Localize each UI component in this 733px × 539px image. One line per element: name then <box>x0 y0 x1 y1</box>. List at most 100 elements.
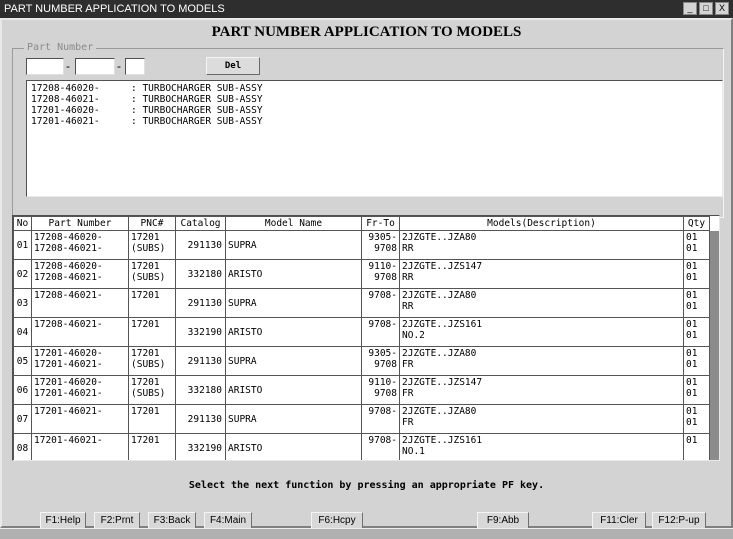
pnc-cell-line: 17201 <box>131 319 160 330</box>
part-number-cell: 17208-46021- <box>31 317 129 347</box>
part-number-list[interactable]: 17208-46020-: TURBOCHARGER SUB-ASSY 17208… <box>26 80 723 197</box>
table-row[interactable]: 07 17201-46021- 17201 291130 SUPRA 9708- 2JZGT… <box>13 404 710 434</box>
row-number: 07 <box>13 404 32 434</box>
pnc-cell: 17201 (SUBS) <box>128 346 176 376</box>
window-title: PART NUMBER APPLICATION TO MODELS <box>4 3 225 15</box>
row-number: 02 <box>13 259 32 289</box>
f3-back-button[interactable]: F3:Back <box>148 512 196 529</box>
column-header-part-number: Part Number <box>31 216 129 231</box>
column-header-pnc: PNC# <box>128 216 176 231</box>
f12-pickup-button[interactable]: F12:P-up <box>652 512 706 529</box>
model-name-cell: SUPRA <box>225 230 362 260</box>
model-name-cell: ARISTO <box>225 433 362 460</box>
part-number-cell-line: 17208-46021- <box>34 319 103 330</box>
qty-cell: 01 01 <box>683 317 710 347</box>
table-row[interactable]: 01 17208-46020- 17208-46021- 17201 (SUBS) 291… <box>13 230 710 260</box>
pnc-cell-line: (SUBS) <box>131 359 166 370</box>
column-header-model-name: Model Name <box>225 216 362 231</box>
pnc-cell-line: (SUBS) <box>131 388 166 399</box>
row-number: 08 <box>13 433 32 460</box>
pnc-cell: 17201 <box>128 433 176 460</box>
f4-main-button[interactable]: F4:Main <box>204 512 252 529</box>
qty-cell-line: 01 <box>686 290 698 301</box>
part-number-cell-line: 17201-46021- <box>34 435 103 446</box>
qty-cell: 01 01 <box>683 259 710 289</box>
minimize-button[interactable]: _ <box>683 2 697 15</box>
row-number: 03 <box>13 288 32 318</box>
part-number-cell-line: 17201-46021- <box>34 406 103 417</box>
qty-cell-line: 01 <box>686 348 698 359</box>
model-description-cell: 2JZGTE..JZS147 RR <box>399 259 684 289</box>
row-number: 06 <box>13 375 32 405</box>
fr-to-cell: 9708- <box>361 317 400 347</box>
part-list-description: : TURBOCHARGER SUB-ASSY <box>131 105 263 116</box>
qty-cell-line: 01 <box>686 359 698 370</box>
qty-cell-line: 01 <box>686 417 698 428</box>
delete-button[interactable]: Del <box>206 57 260 75</box>
fr-to-cell: 9708- <box>361 404 400 434</box>
table-row[interactable]: 06 17201-46020- 17201-46021- 17201 (SUBS) 332… <box>13 375 710 405</box>
part-number-field-2[interactable] <box>75 58 115 75</box>
part-list-description: : TURBOCHARGER SUB-ASSY <box>131 116 263 127</box>
part-list-item[interactable]: 17208-46021-: TURBOCHARGER SUB-ASSY <box>31 94 718 105</box>
part-number-cell: 17208-46020- 17208-46021- <box>31 230 129 260</box>
title-bar: PART NUMBER APPLICATION TO MODELS _ □ X <box>0 0 733 18</box>
table-row[interactable]: 05 17201-46020- 17201-46021- 17201 (SUBS) 291… <box>13 346 710 376</box>
model-description-cell: 2JZGTE..JZA80 FR <box>399 346 684 376</box>
part-list-item[interactable]: 17201-46020-: TURBOCHARGER SUB-ASSY <box>31 105 718 116</box>
model-description-cell-line: 2JZGTE..JZA80 <box>402 290 477 301</box>
model-description-cell-line: 2JZGTE..JZA80 <box>402 406 477 417</box>
qty-cell: 01 01 <box>683 346 710 376</box>
main-window: PART NUMBER APPLICATION TO MODELS Part N… <box>0 18 733 529</box>
catalog-cell: 291130 <box>175 346 226 376</box>
catalog-cell: 332190 <box>175 433 226 460</box>
part-number-cell-line: 17201-46021- <box>34 359 103 370</box>
fr-to-cell: 9110- 9708 <box>361 375 400 405</box>
column-header-fr-to: Fr-To <box>361 216 400 231</box>
catalog-cell: 332180 <box>175 375 226 405</box>
f11-clear-button[interactable]: F11:Cler <box>592 512 646 529</box>
model-description-cell-line: 2JZGTE..JZS161 <box>402 319 483 330</box>
model-description-cell-line: RR <box>402 243 414 254</box>
column-header-catalog: Catalog <box>175 216 226 231</box>
status-message: Select the next function by pressing an … <box>188 480 545 491</box>
catalog-cell: 332190 <box>175 317 226 347</box>
model-description-cell-line: 2JZGTE..JZS147 <box>402 377 483 388</box>
part-number-field-1[interactable] <box>26 58 64 75</box>
qty-cell-line: 01 <box>686 406 698 417</box>
close-button[interactable]: X <box>715 2 729 15</box>
qty-cell: 01 01 <box>683 375 710 405</box>
part-number-cell-line: 17201-46021- <box>34 388 103 399</box>
qty-cell-line: 01 <box>686 272 698 283</box>
maximize-button[interactable]: □ <box>699 2 713 15</box>
table-row[interactable]: 08 17201-46021- 17201 332190 ARISTO 9708- 2JZG… <box>13 433 710 460</box>
model-name-cell: SUPRA <box>225 404 362 434</box>
table-row[interactable]: 02 17208-46020- 17208-46021- 17201 (SUBS) 332… <box>13 259 710 289</box>
part-number-cell: 17201-46020- 17201-46021- <box>31 346 129 376</box>
fr-to-cell-line: 9708- <box>368 319 397 330</box>
f1-help-button[interactable]: F1:Help <box>40 512 86 529</box>
row-number: 04 <box>13 317 32 347</box>
part-number-cell: 17201-46021- <box>31 433 129 460</box>
f2-print-button[interactable]: F2:Prnt <box>94 512 140 529</box>
part-list-item[interactable]: 17201-46021-: TURBOCHARGER SUB-ASSY <box>31 116 718 127</box>
part-list-description: : TURBOCHARGER SUB-ASSY <box>131 94 263 105</box>
pnc-cell-line: 17201 <box>131 232 160 243</box>
part-number-field-3[interactable] <box>125 58 145 75</box>
qty-cell-line: 01 <box>686 319 698 330</box>
qty-cell-line: 01 <box>686 232 698 243</box>
fr-to-cell: 9110- 9708 <box>361 259 400 289</box>
model-description-cell-line: NO.1 <box>402 446 425 457</box>
model-description-cell: 2JZGTE..JZA80 FR <box>399 404 684 434</box>
model-description-cell-line: 2JZGTE..JZS161 <box>402 435 483 446</box>
table-row[interactable]: 04 17208-46021- 17201 332190 ARISTO 9708- 2JZG… <box>13 317 710 347</box>
model-description-cell-line: RR <box>402 272 414 283</box>
pnc-cell: 17201 <box>128 317 176 347</box>
f6-hardcopy-button[interactable]: F6:Hcpy <box>311 512 363 529</box>
model-description-cell-line: 2JZGTE..JZA80 <box>402 232 477 243</box>
table-scrollbar[interactable] <box>709 231 719 460</box>
part-list-item[interactable]: 17208-46020-: TURBOCHARGER SUB-ASSY <box>31 83 718 94</box>
f9-abbreviation-button[interactable]: F9:Abb <box>477 512 529 529</box>
catalog-cell: 332180 <box>175 259 226 289</box>
table-row[interactable]: 03 17208-46021- 17201 291130 SUPRA 9708- 2JZGT… <box>13 288 710 318</box>
